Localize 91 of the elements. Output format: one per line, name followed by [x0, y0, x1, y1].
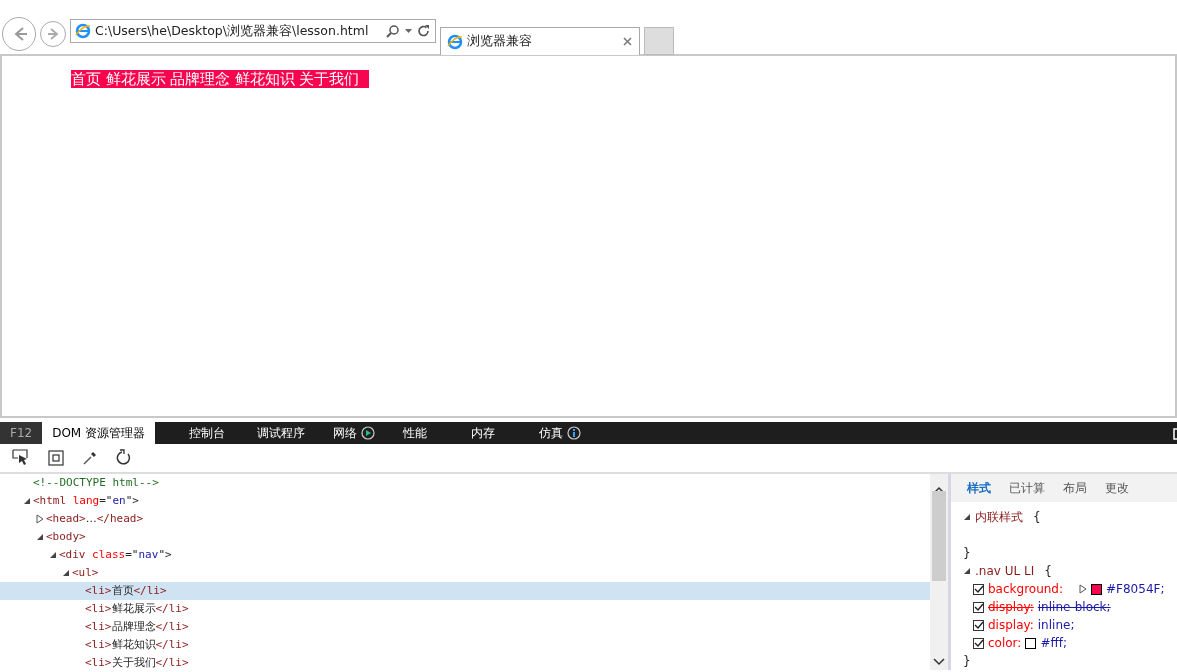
property-value: #F8054F;: [1106, 581, 1165, 598]
window-icon[interactable]: [1173, 425, 1177, 441]
devtools-tab[interactable]: 网络: [323, 422, 386, 444]
forward-arrow-icon: [45, 25, 61, 43]
dom-node-markup: <li>品牌理念</li>: [85, 619, 189, 635]
expanded-triangle-icon[interactable]: [61, 569, 70, 577]
tab-title: 浏览器兼容: [467, 32, 533, 51]
scrollbar-thumb[interactable]: [932, 491, 946, 581]
dom-tree-row[interactable]: <li>品牌理念</li>: [0, 618, 930, 636]
dom-tree-row[interactable]: <li>鲜花展示</li>: [0, 600, 930, 618]
devtools-tab[interactable]: 调试程序: [247, 422, 316, 444]
dom-node-markup: <!--DOCTYPE html-->: [33, 475, 159, 491]
property-value: inline-block;: [1037, 599, 1111, 616]
devtools-tab[interactable]: 内存: [461, 422, 522, 444]
styles-tab[interactable]: 已计算: [1007, 479, 1051, 497]
devtools-tab[interactable]: 仿真: [529, 422, 592, 444]
open-brace: {: [1033, 509, 1041, 526]
dom-tree-row[interactable]: <body>: [0, 528, 930, 546]
dom-tree-row[interactable]: <li>鲜花知识</li>: [0, 636, 930, 654]
select-element-icon[interactable]: [12, 449, 30, 467]
collapsed-triangle-icon[interactable]: [35, 514, 44, 524]
expanded-triangle-icon[interactable]: [35, 533, 44, 541]
styles-tab[interactable]: 更改: [1103, 479, 1135, 497]
browser-tab[interactable]: 浏览器兼容: [440, 27, 640, 55]
close-brace: }: [963, 545, 971, 562]
expanded-triangle-icon[interactable]: [963, 567, 971, 575]
dom-node-markup: <head>…</head>: [46, 511, 144, 527]
css-selector: 内联样式: [975, 509, 1023, 526]
color-swatch[interactable]: [1091, 583, 1103, 595]
dom-node-markup: <li>鲜花展示</li>: [85, 601, 189, 617]
box-outline-icon[interactable]: [48, 450, 64, 466]
open-brace: {: [1044, 563, 1052, 580]
address-bar[interactable]: C:\Users\he\Desktop\浏览器兼容\lesson.html: [70, 19, 436, 43]
expanded-triangle-icon[interactable]: [22, 497, 31, 505]
collapsed-triangle-icon[interactable]: [1079, 584, 1088, 594]
dom-node-markup: <body>: [46, 529, 86, 545]
nav-item[interactable]: 品牌理念: [170, 71, 231, 87]
dom-tree-row[interactable]: <div class="nav">: [0, 546, 930, 564]
devtools-tab[interactable]: DOM 资源管理器: [42, 422, 156, 444]
close-icon[interactable]: [622, 36, 633, 47]
eyedropper-icon[interactable]: [82, 450, 98, 466]
f12-label: F12: [0, 422, 43, 444]
checkmark-icon: [973, 584, 984, 594]
dom-tree-row[interactable]: <!--DOCTYPE html-->: [0, 474, 930, 492]
info-icon: [567, 426, 582, 440]
property-value: inline;: [1037, 617, 1075, 634]
refresh-icon[interactable]: [417, 24, 431, 38]
dom-tree-row[interactable]: <head>…</head>: [0, 510, 930, 528]
styles-tab[interactable]: 样式: [965, 479, 997, 497]
property-checkbox[interactable]: [973, 583, 984, 595]
property-checkbox[interactable]: [973, 619, 984, 631]
search-icon[interactable]: [386, 24, 400, 38]
scroll-down-icon[interactable]: [933, 658, 945, 666]
dom-tree-row[interactable]: <li>关于我们</li>: [0, 654, 930, 670]
dom-node-markup: <li>首页</li>: [85, 583, 167, 599]
dom-tree-row[interactable]: <li>首页</li>: [0, 582, 930, 600]
back-button[interactable]: [2, 17, 36, 51]
dom-node-markup: <ul>: [72, 565, 99, 581]
play-icon: [361, 426, 376, 440]
styles-tab[interactable]: 布局: [1061, 479, 1093, 497]
expanded-triangle-icon[interactable]: [963, 513, 971, 521]
css-selector: .nav UL LI: [975, 563, 1035, 580]
dom-node-markup: <li>鲜花知识</li>: [85, 637, 189, 653]
dom-tree-row[interactable]: <ul>: [0, 564, 930, 582]
nav-item[interactable]: 首页: [71, 71, 101, 87]
property-checkbox[interactable]: [973, 601, 984, 613]
expanded-triangle-icon[interactable]: [48, 551, 57, 559]
dom-node-markup: <html lang="en">: [33, 493, 139, 509]
property-name: display:: [988, 599, 1034, 616]
property-name: color:: [988, 635, 1022, 652]
devtools-tab[interactable]: 性能: [393, 422, 454, 444]
nav-item[interactable]: 鲜花展示: [105, 71, 166, 87]
dom-tree-row[interactable]: <html lang="en">: [0, 492, 930, 510]
color-swatch[interactable]: [1025, 637, 1037, 649]
property-value: #fff;: [1040, 635, 1067, 652]
devtools-tab[interactable]: 控制台: [179, 422, 240, 444]
address-text: C:\Users\he\Desktop\浏览器兼容\lesson.html: [95, 21, 370, 40]
property-name: display:: [988, 617, 1034, 634]
nav-item[interactable]: 鲜花知识: [234, 71, 295, 87]
checkmark-icon: [973, 602, 984, 612]
browser-logo-icon: [447, 33, 463, 50]
browser-logo-icon: [75, 23, 91, 39]
dropdown-caret-icon[interactable]: [404, 26, 413, 36]
dom-node-markup: <li>关于我们</li>: [85, 655, 189, 670]
nav-item[interactable]: 关于我们: [299, 71, 360, 87]
property-name: background:: [988, 581, 1064, 598]
checkmark-icon: [973, 620, 984, 630]
property-checkbox[interactable]: [973, 637, 984, 649]
checkmark-icon: [973, 638, 984, 648]
close-brace: }: [963, 653, 971, 670]
dom-node-markup: <div class="nav">: [59, 547, 172, 563]
